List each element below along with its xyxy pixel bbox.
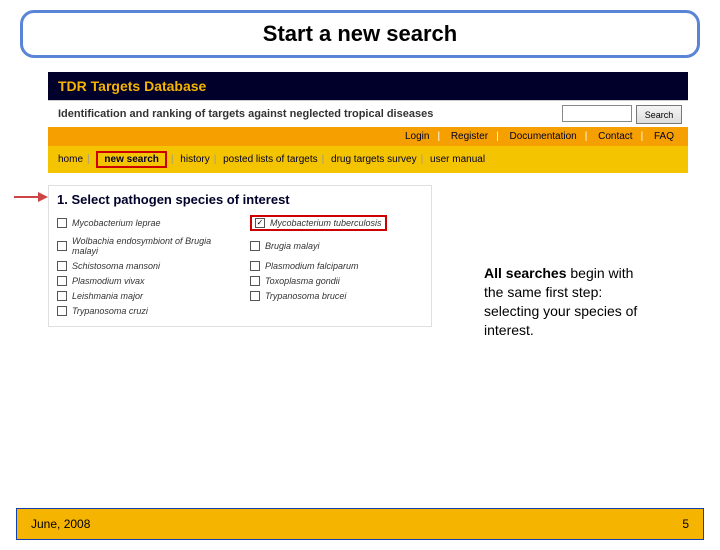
explanatory-text: All searches begin with the same first s…: [484, 264, 654, 340]
species-item: Mycobacterium leprae: [57, 215, 230, 231]
species-label: Leishmania major: [72, 291, 143, 301]
checkbox-leish[interactable]: [57, 291, 67, 301]
explain-bold: All searches: [484, 265, 567, 281]
site-subtitle: Identification and ranking of targets ag…: [58, 108, 433, 120]
nav-contact[interactable]: Contact: [598, 131, 632, 142]
arrow-icon: [14, 192, 48, 202]
species-item: Plasmodium falciparum: [250, 261, 423, 271]
checkbox-leprae[interactable]: [57, 218, 67, 228]
species-item: Leishmania major: [57, 291, 230, 301]
species-item: Toxoplasma gondii: [250, 276, 423, 286]
species-panel: 1. Select pathogen species of interest M…: [48, 185, 432, 327]
species-item: Trypanosoma brucei: [250, 291, 423, 301]
checkbox-pvivax[interactable]: [57, 276, 67, 286]
checkbox-tcruzi[interactable]: [57, 306, 67, 316]
checkbox-tbrucei[interactable]: [250, 291, 260, 301]
nav-home[interactable]: home: [58, 154, 83, 165]
species-label: Trypanosoma cruzi: [72, 306, 148, 316]
site-subtitle-bar: Identification and ranking of targets ag…: [48, 100, 688, 127]
footer-date: June, 2008: [31, 517, 90, 531]
species-label: Brugia malayi: [265, 241, 320, 251]
species-item: Brugia malayi: [250, 236, 423, 256]
top-nav: Login| Register| Documentation| Contact|…: [48, 127, 688, 146]
checkbox-pfalc[interactable]: [250, 261, 260, 271]
species-item: Wolbachia endosymbiont of Brugia malayi: [57, 236, 230, 256]
nav-register[interactable]: Register: [451, 131, 488, 142]
species-label: Toxoplasma gondii: [265, 276, 340, 286]
species-item: Trypanosoma cruzi: [57, 306, 230, 316]
nav-new-search-highlighted[interactable]: new search: [96, 151, 166, 168]
panel-title: 1. Select pathogen species of interest: [57, 192, 423, 207]
checkbox-brugia[interactable]: [250, 241, 260, 251]
species-grid: Mycobacterium leprae Mycobacterium tuber…: [57, 215, 423, 316]
species-label: Schistosoma mansoni: [72, 261, 160, 271]
search-button[interactable]: Search: [636, 105, 682, 124]
checkbox-schisto[interactable]: [57, 261, 67, 271]
species-label: Wolbachia endosymbiont of Brugia malayi: [72, 236, 230, 256]
species-label: Plasmodium vivax: [72, 276, 145, 286]
checkbox-wolbachia[interactable]: [57, 241, 67, 251]
nav-history[interactable]: history: [180, 154, 209, 165]
species-label: Trypanosoma brucei: [265, 291, 346, 301]
nav-survey[interactable]: drug targets survey: [331, 154, 417, 165]
search-input[interactable]: [562, 105, 632, 122]
species-label: Mycobacterium leprae: [72, 218, 161, 228]
nav-manual[interactable]: user manual: [430, 154, 485, 165]
species-item: Plasmodium vivax: [57, 276, 230, 286]
site-title: TDR Targets Database: [48, 72, 688, 100]
species-item: Schistosoma mansoni: [57, 261, 230, 271]
nav-faq[interactable]: FAQ: [654, 131, 674, 142]
slide-footer: June, 2008 5: [16, 508, 704, 540]
species-label: Plasmodium falciparum: [265, 261, 359, 271]
nav-login[interactable]: Login: [405, 131, 429, 142]
species-label: Mycobacterium tuberculosis: [270, 218, 382, 228]
nav-documentation[interactable]: Documentation: [509, 131, 576, 142]
main-nav: home| new search| history| posted lists …: [48, 146, 688, 173]
slide-title: Start a new search: [20, 10, 700, 58]
checkbox-tuberculosis[interactable]: [255, 218, 265, 228]
footer-page: 5: [682, 517, 689, 531]
checkbox-toxo[interactable]: [250, 276, 260, 286]
species-item-highlighted: Mycobacterium tuberculosis: [250, 215, 423, 231]
nav-posted-lists[interactable]: posted lists of targets: [223, 154, 318, 165]
